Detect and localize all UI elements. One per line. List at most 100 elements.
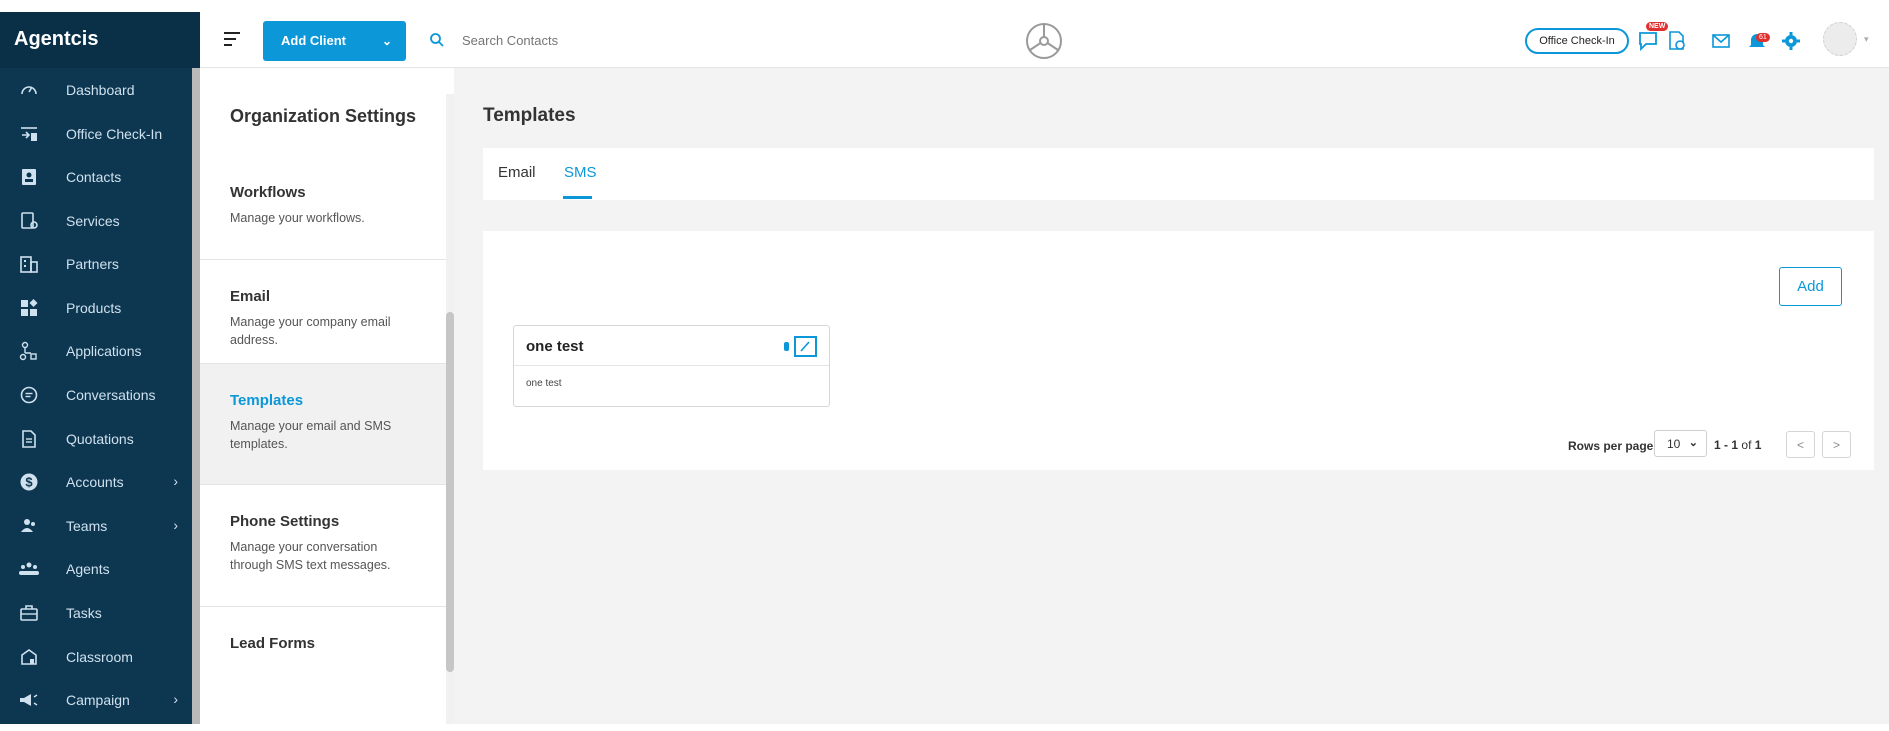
mail-icon[interactable] bbox=[1710, 30, 1732, 52]
sidebar-item-campaign[interactable]: Campaign › bbox=[0, 680, 190, 720]
sidebar-item-label: Campaign bbox=[66, 692, 130, 708]
settings-item-phone-settings[interactable]: Phone Settings Manage your conversation … bbox=[200, 485, 446, 607]
sidebar-item-quotations[interactable]: Quotations bbox=[0, 419, 190, 459]
brand-logo[interactable]: Agentcis bbox=[0, 12, 200, 68]
dollar-icon: $ bbox=[18, 471, 40, 493]
sidebar-item-conversations[interactable]: Conversations bbox=[0, 375, 190, 415]
status-indicator bbox=[784, 342, 789, 351]
hamburger-menu-icon[interactable] bbox=[224, 32, 240, 46]
document-search-icon[interactable] bbox=[1666, 30, 1688, 52]
settings-item-lead-forms[interactable]: Lead Forms bbox=[200, 607, 446, 724]
avatar[interactable] bbox=[1823, 22, 1857, 56]
sidebar-item-products[interactable]: Products bbox=[0, 288, 190, 328]
range-end: 1 bbox=[1731, 438, 1739, 452]
app-root: Agentcis Dashboard Office Check-In Conta… bbox=[0, 12, 1889, 724]
sidebar-item-label: Quotations bbox=[66, 431, 134, 447]
sidebar-item-partners[interactable]: Partners bbox=[0, 244, 190, 284]
sidebar-item-label: Office Check-In bbox=[66, 126, 163, 142]
announcement-icon[interactable] bbox=[1637, 30, 1659, 52]
sidebar-item-office-checkin[interactable]: Office Check-In bbox=[0, 114, 190, 154]
sidebar-scrollbar[interactable] bbox=[192, 68, 200, 724]
range-total: 1 bbox=[1754, 438, 1762, 452]
previous-page-button[interactable]: < bbox=[1786, 431, 1815, 458]
checkin-icon bbox=[18, 123, 40, 145]
rows-per-page-value: 10 bbox=[1667, 437, 1681, 451]
settings-item-desc: Manage your workflows. bbox=[230, 211, 365, 225]
gear-icon[interactable] bbox=[1780, 30, 1802, 52]
sidebar-item-teams[interactable]: Teams › bbox=[0, 506, 190, 546]
briefcase-icon bbox=[18, 602, 40, 624]
contact-card-icon bbox=[18, 166, 40, 188]
add-client-label: Add Client bbox=[281, 33, 346, 48]
search-input[interactable] bbox=[462, 28, 762, 52]
products-icon bbox=[18, 297, 40, 319]
sidebar-item-dashboard[interactable]: Dashboard bbox=[0, 70, 190, 110]
megaphone-icon bbox=[18, 689, 40, 711]
settings-item-desc: Manage your company email address. bbox=[230, 315, 391, 347]
sidebar-item-agents[interactable]: Agents bbox=[0, 549, 190, 589]
sidebar: Agentcis Dashboard Office Check-In Conta… bbox=[0, 12, 200, 724]
range-start: 1 bbox=[1714, 438, 1721, 452]
sidebar-item-label: Partners bbox=[66, 256, 119, 272]
settings-item-desc: Manage your email and SMS templates. bbox=[230, 419, 392, 451]
sidebar-item-label: Teams bbox=[66, 518, 108, 534]
settings-item-email[interactable]: Email Manage your company email address. bbox=[200, 260, 446, 364]
next-page-button[interactable]: > bbox=[1822, 431, 1851, 458]
add-client-button[interactable]: Add Client ⌄ bbox=[263, 21, 406, 61]
chevron-down-icon: ⌄ bbox=[1688, 437, 1698, 449]
team-icon bbox=[18, 515, 40, 537]
card-divider bbox=[514, 365, 829, 366]
sidebar-item-applications[interactable]: Applications bbox=[0, 331, 190, 371]
settings-item-title: Lead Forms bbox=[230, 635, 316, 652]
settings-item-workflows[interactable]: Workflows Manage your workflows. bbox=[200, 156, 446, 260]
rows-per-page-label: Rows per page bbox=[1568, 439, 1654, 453]
settings-item-title: Workflows bbox=[230, 184, 306, 201]
chat-icon bbox=[18, 384, 40, 406]
sidebar-item-label: Accounts bbox=[66, 474, 124, 490]
chevron-down-icon[interactable]: ⌄ bbox=[382, 34, 392, 48]
sidebar-item-label: Products bbox=[66, 300, 122, 316]
sidebar-item-label: Agents bbox=[66, 561, 110, 577]
template-card-title: one test bbox=[526, 338, 584, 355]
sidebar-item-label: Dashboard bbox=[66, 82, 135, 98]
settings-item-title: Email bbox=[230, 288, 271, 305]
settings-item-templates[interactable]: Templates Manage your email and SMS temp… bbox=[200, 364, 446, 485]
template-tabs: Email SMS bbox=[483, 148, 1874, 200]
edit-button[interactable] bbox=[794, 336, 817, 357]
building-icon bbox=[18, 253, 40, 275]
flow-icon bbox=[18, 340, 40, 362]
template-card[interactable]: one test one test bbox=[513, 325, 830, 407]
settings-item-title: Phone Settings bbox=[230, 513, 340, 530]
sidebar-item-tasks[interactable]: Tasks bbox=[0, 593, 190, 633]
settings-item-title: Templates bbox=[230, 392, 304, 409]
sidebar-item-label: Services bbox=[66, 213, 120, 229]
gauge-icon bbox=[18, 79, 40, 101]
rows-per-page-select[interactable]: 10 ⌄ bbox=[1654, 430, 1707, 457]
page-title: Templates bbox=[483, 105, 576, 126]
active-tab-indicator bbox=[563, 196, 592, 199]
notification-badge: 61 bbox=[1756, 33, 1770, 42]
top-bar: Add Client ⌄ Office Check-In NEW 61 ▾ bbox=[200, 12, 1889, 68]
search-icon[interactable] bbox=[429, 32, 445, 48]
template-card-body: one test bbox=[526, 378, 562, 389]
tab-email[interactable]: Email bbox=[498, 164, 536, 181]
office-checkin-button[interactable]: Office Check-In bbox=[1525, 28, 1629, 54]
sidebar-item-classroom[interactable]: Classroom bbox=[0, 637, 190, 677]
pencil-icon bbox=[800, 341, 810, 352]
agents-icon bbox=[18, 558, 40, 580]
tab-sms[interactable]: SMS bbox=[564, 164, 597, 181]
add-template-button[interactable]: Add bbox=[1779, 267, 1842, 306]
chevron-right-icon: › bbox=[173, 691, 178, 707]
svg-text:$: $ bbox=[25, 475, 33, 490]
chevron-right-icon: › bbox=[173, 517, 178, 533]
range-of: of bbox=[1741, 438, 1752, 452]
sidebar-item-label: Tasks bbox=[66, 605, 102, 621]
new-badge: NEW bbox=[1646, 22, 1669, 31]
settings-item-desc: Manage your conversation through SMS tex… bbox=[230, 540, 391, 572]
chevron-down-icon[interactable]: ▾ bbox=[1864, 34, 1869, 45]
settings-scrollbar-thumb[interactable] bbox=[446, 312, 454, 672]
sidebar-item-accounts[interactable]: $ Accounts › bbox=[0, 462, 190, 502]
sidebar-item-contacts[interactable]: Contacts bbox=[0, 157, 190, 197]
pagination-range: 1 - 1 of 1 bbox=[1714, 438, 1762, 452]
sidebar-item-services[interactable]: Services bbox=[0, 201, 190, 241]
